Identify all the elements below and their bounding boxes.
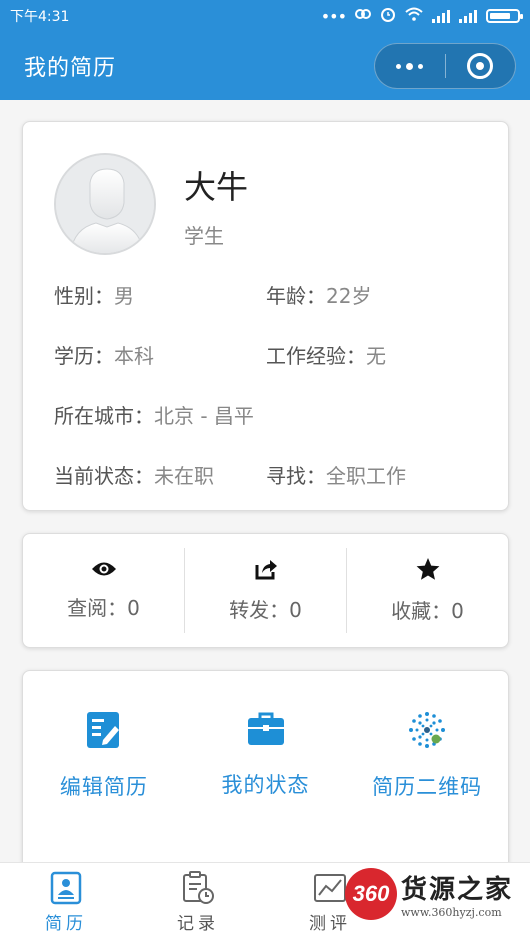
wifi-icon [405, 7, 423, 25]
shares-stat[interactable]: 转发：0 [185, 534, 346, 647]
education-value: 本科 [114, 344, 154, 368]
user-name: 大牛 [184, 168, 249, 206]
status-bar: 下午4:31 ••• [0, 0, 530, 32]
record-icon [183, 871, 214, 904]
eye-icon [91, 562, 116, 576]
shares-count: 转发：0 [229, 598, 302, 622]
share-icon [255, 560, 277, 580]
more-icon: ••• [320, 6, 347, 26]
city-value: 北京 - 昌平 [154, 404, 254, 428]
education-label: 学历： [54, 344, 114, 368]
my-status-button[interactable]: 我的状态 [185, 711, 347, 799]
age-field: 年龄：22岁 [266, 280, 371, 309]
mini-program-capsule [374, 43, 516, 89]
profile-card: 大牛 学生 性别：男 年龄：22岁 学历：本科 工作经验：无 所在城市：北京 -… [22, 121, 509, 511]
alarm-icon [380, 6, 396, 26]
watermark-title: 货源之家 [401, 875, 514, 905]
job-status-value: 未在职 [154, 464, 214, 488]
my-status-label: 我的状态 [221, 773, 310, 797]
job-status-label: 当前状态： [54, 464, 154, 488]
signal-icon [432, 9, 450, 23]
experience-value: 无 [366, 344, 386, 368]
tab-record[interactable]: 记录 [132, 863, 264, 942]
seeking-value: 全职工作 [326, 464, 406, 488]
favorites-count: 收藏：0 [391, 599, 464, 623]
watermark-text: 货源之家 www.360hyzj.com [401, 869, 513, 919]
status-field: 当前状态：未在职 [54, 460, 214, 489]
qrcode-icon [409, 712, 446, 748]
edit-resume-button[interactable]: 编辑简历 [23, 711, 185, 801]
city-field: 所在城市：北京 - 昌平 [54, 400, 254, 429]
tab-resume-label: 简历 [45, 914, 87, 934]
city-label: 所在城市： [54, 404, 154, 428]
edit-resume-icon [86, 712, 119, 748]
briefcase-icon [247, 712, 284, 745]
link-icon [355, 7, 371, 25]
resume-qrcode-label: 简历二维码 [372, 775, 483, 799]
star-icon [416, 558, 439, 580]
user-role: 学生 [184, 224, 224, 248]
age-label: 年龄： [266, 284, 326, 308]
close-mini-program-button[interactable] [446, 44, 516, 88]
gender-field: 性别：男 [54, 280, 134, 309]
experience-field: 工作经验：无 [266, 340, 386, 369]
watermark: 360 货源之家 www.360hyzj.com [345, 866, 525, 922]
avatar[interactable] [54, 153, 156, 255]
target-icon [467, 53, 494, 79]
stats-card: 查阅：0 转发：0 收藏：0 [22, 533, 509, 648]
favorites-stat[interactable]: 收藏：0 [347, 534, 508, 647]
resume-icon [50, 871, 82, 905]
signal-icon-2 [459, 9, 477, 23]
more-dots-icon [396, 62, 424, 70]
watermark-url: www.360hyzj.com [401, 906, 502, 919]
page-title: 我的简历 [24, 56, 117, 81]
edit-resume-label: 编辑简历 [59, 775, 148, 799]
actions-card: 编辑简历 我的状态 简历二维码 [22, 670, 509, 890]
age-value: 22岁 [326, 284, 372, 308]
avatar-placeholder-icon [56, 155, 154, 253]
watermark-logo: 360 [345, 868, 397, 920]
more-menu-button[interactable] [375, 44, 445, 88]
seeking-label: 寻找： [266, 464, 326, 488]
seeking-field: 寻找：全职工作 [266, 460, 406, 489]
experience-label: 工作经验： [266, 344, 366, 368]
status-time: 下午4:31 [10, 9, 70, 25]
tab-resume[interactable]: 简历 [0, 863, 132, 942]
battery-icon [486, 9, 523, 23]
status-icons: ••• [320, 6, 523, 26]
views-stat[interactable]: 查阅：0 [23, 534, 184, 647]
education-field: 学历：本科 [54, 340, 154, 369]
nav-bar: 我的简历 [0, 32, 530, 100]
evaluation-icon [314, 874, 346, 902]
gender-label: 性别： [54, 284, 114, 308]
tab-record-label: 记录 [177, 914, 219, 934]
views-count: 查阅：0 [67, 596, 140, 620]
resume-qrcode-button[interactable]: 简历二维码 [346, 711, 508, 801]
gender-value: 男 [114, 284, 134, 308]
